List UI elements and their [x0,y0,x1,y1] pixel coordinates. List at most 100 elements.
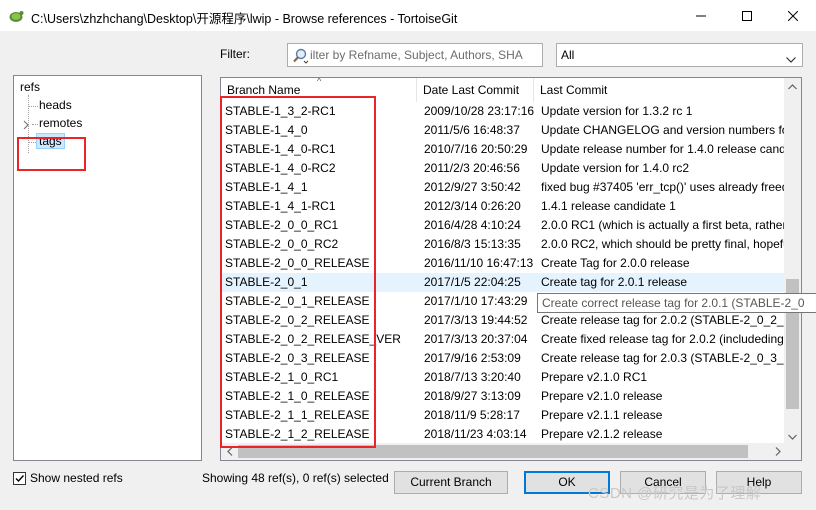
checkbox-box[interactable] [13,471,26,485]
minimize-button[interactable] [678,0,724,31]
table-row[interactable]: STABLE-2_0_0_RC2 2016/8/3 15:13:35 2.0.0 R… [221,235,786,254]
vertical-scrollbar[interactable] [784,78,801,445]
filter-search-box[interactable] [287,43,543,67]
maximize-button[interactable] [724,0,770,31]
branch-name-cell: STABLE-2_0_0_RC2 [225,237,339,251]
table-row[interactable]: STABLE-1_4_1-RC1 2012/3/14 0:26:20 1.4.1 r… [221,197,786,216]
last-commit-cell: Update version for 1.4.0 rc2 [541,161,690,175]
filter-label: Filter: [220,47,250,61]
table-row[interactable]: STABLE-1_4_0-RC2 2011/2/3 20:46:56 Update … [221,159,786,178]
list-header: Branch Name ^ Date Last Commit Last Comm… [221,78,786,102]
last-commit-cell: Update version for 1.3.2 rc 1 [541,104,693,118]
table-row[interactable]: STABLE-2_1_1_RELEASE 2018/11/9 5:28:17 Pre… [221,406,786,425]
filter-scope-select[interactable]: All [556,43,803,67]
date-cell: 2018/11/9 5:28:17 [424,408,520,422]
tree-node-remotes[interactable]: remotes [39,116,82,130]
table-row[interactable]: STABLE-1_3_2-RC1 2009/10/28 23:17:16 Updat… [221,102,786,121]
tooltip: Create correct release tag for 2.0.1 (ST… [537,293,816,313]
tree-node-tags[interactable]: tags [36,133,65,149]
last-commit-cell: Prepare v2.1.0 release [541,389,663,403]
branch-name-cell: STABLE-1_4_1-RC1 [225,199,336,213]
date-cell: 2016/8/3 15:13:35 [424,237,521,251]
table-row[interactable]: STABLE-2_1_0_RC1 2018/7/13 3:20:40 Prepare… [221,368,786,387]
search-icon[interactable] [291,47,309,65]
last-commit-cell: Update release number for 1.4.0 release … [541,142,786,156]
current-branch-button[interactable]: Current Branch [394,471,508,494]
close-icon [788,10,798,21]
filter-scope-value: All [561,48,575,62]
date-cell: 2018/7/13 3:20:40 [424,370,521,384]
last-commit-cell: 1.4.1 release candidate 1 [541,199,676,213]
table-row[interactable]: STABLE-2_0_1 2017/1/5 22:04:25 Create tag … [221,273,786,292]
horizontal-scrollbar[interactable] [221,443,786,460]
status-text: Showing 48 ref(s), 0 ref(s) selected [202,471,389,485]
table-row[interactable]: STABLE-2_0_0_RC1 2016/4/28 4:10:24 2.0.0 R… [221,216,786,235]
branch-name-cell: STABLE-2_1_2_RELEASE [225,427,370,441]
date-cell: 2018/9/27 3:13:09 [424,389,521,403]
table-row[interactable]: STABLE-2_1_0_RELEASE 2018/9/27 3:13:09 Pre… [221,387,786,406]
chevron-right-icon[interactable] [23,119,31,133]
last-commit-cell: Update CHANGELOG and version numbers for [541,123,786,137]
branch-name-cell: STABLE-1_4_0-RC1 [225,142,336,156]
sort-ascending-icon: ^ [317,77,322,86]
table-row[interactable]: STABLE-2_0_2_RELEASE_VER 2017/3/13 20:37:… [221,330,786,349]
column-header-label: Branch Name [227,83,301,97]
branch-name-cell: STABLE-1_4_1 [225,180,308,194]
last-commit-cell: Create tag for 2.0.1 release [541,275,688,289]
last-commit-cell: Prepare v2.1.0 RC1 [541,370,648,384]
branch-name-cell: STABLE-2_1_0_RC1 [225,370,339,384]
checkmark-icon [15,474,25,482]
branch-name-cell: STABLE-2_0_1 [225,275,308,289]
last-commit-cell: Prepare v2.1.2 release [541,427,663,441]
title-bar[interactable]: C:\Users\zhzhchang\Desktop\开源程序\lwip - B… [0,0,816,31]
scroll-left-icon[interactable] [221,443,238,460]
tree-node-heads[interactable]: heads [39,98,72,112]
date-cell: 2016/4/28 4:10:24 [424,218,521,232]
branch-name-cell: STABLE-1_4_0-RC2 [225,161,336,175]
horizontal-scroll-thumb[interactable] [238,445,748,458]
date-cell: 2012/9/27 3:50:42 [424,180,521,194]
branch-name-cell: STABLE-2_1_1_RELEASE [225,408,370,422]
date-cell: 2011/2/3 20:46:56 [424,161,520,175]
last-commit-cell: Create fixed release tag for 2.0.2 (incl… [541,332,786,346]
last-commit-cell: Create release tag for 2.0.3 (STABLE-2_0… [541,351,786,365]
scrollbar-corner [784,443,801,460]
filter-input[interactable] [310,46,538,64]
last-commit-cell: fixed bug #37405 'err_tcp()' uses alread… [541,180,786,194]
minimize-icon [696,15,706,16]
date-cell: 2017/9/16 2:53:09 [424,351,521,365]
last-commit-cell: 2.0.0 RC2, which should be pretty final,… [541,237,786,251]
branch-name-cell: STABLE-2_1_0_RELEASE [225,389,370,403]
tree-connector [28,106,38,107]
table-row[interactable]: STABLE-2_1_2_RELEASE 2018/11/23 4:03:14 Pr… [221,425,786,444]
last-commit-cell: Create release tag for 2.0.2 (STABLE-2_0… [541,313,786,327]
branch-name-cell: STABLE-2_0_2_RELEASE_VER [225,332,401,346]
table-row[interactable]: STABLE-1_4_0-RC1 2010/7/16 20:50:29 Update… [221,140,786,159]
table-row[interactable]: STABLE-2_0_2_RELEASE 2017/3/13 19:44:52 Cr… [221,311,786,330]
last-commit-cell: Prepare v2.1.1 release [541,408,663,422]
date-cell: 2009/10/28 23:17:16 [424,104,535,118]
tortoisegit-app-icon [8,8,24,24]
date-cell: 2017/1/10 17:43:29 [424,294,528,308]
branch-name-cell: STABLE-2_0_3_RELEASE [225,351,370,365]
tree-connector [32,124,38,125]
scroll-up-icon[interactable] [784,78,801,95]
branch-name-cell: STABLE-2_0_0_RC1 [225,218,339,232]
branch-name-cell: STABLE-1_4_0 [225,123,308,137]
column-header-date[interactable]: Date Last Commit [417,78,534,102]
tree-node-refs[interactable]: refs [20,80,40,94]
column-header-last-commit[interactable]: Last Commit [534,78,786,102]
table-row[interactable]: STABLE-1_4_0 2011/5/6 16:48:37 Update CHAN… [221,121,786,140]
ref-list[interactable]: Branch Name ^ Date Last Commit Last Comm… [220,77,802,461]
show-nested-refs-checkbox[interactable]: Show nested refs [13,471,123,485]
refs-tree[interactable]: refs heads remotes tags [13,75,202,461]
close-button[interactable] [770,0,816,31]
table-row[interactable]: STABLE-2_0_3_RELEASE 2017/9/16 2:53:09 Cre… [221,349,786,368]
table-row[interactable]: STABLE-2_0_0_RELEASE 2016/11/10 16:47:13 C… [221,254,786,273]
branch-name-cell: STABLE-1_3_2-RC1 [225,104,336,118]
column-header-label: Last Commit [540,83,608,97]
last-commit-cell: Create Tag for 2.0.0 release [541,256,690,270]
branch-name-cell: STABLE-2_0_1_RELEASE [225,294,370,308]
table-row[interactable]: STABLE-1_4_1 2012/9/27 3:50:42 fixed bug #… [221,178,786,197]
last-commit-cell: 2.0.0 RC1 (which is actually a first bet… [541,218,786,232]
